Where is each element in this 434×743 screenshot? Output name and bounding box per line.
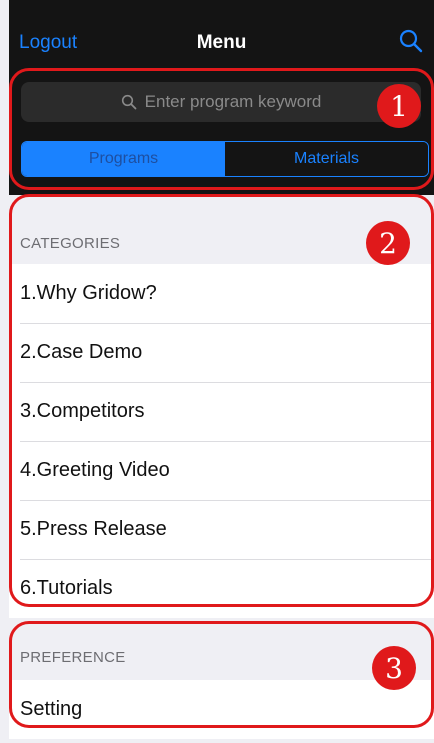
preference-header: PREFERENCE	[9, 642, 434, 672]
search-input[interactable]: Enter program keyword	[21, 82, 421, 122]
categories-header-label: CATEGORIES	[20, 235, 121, 252]
annotation-badge-2: 2	[366, 221, 410, 265]
category-item[interactable]: 5.Press Release	[9, 500, 434, 559]
category-item[interactable]: 6.Tutorials	[9, 559, 434, 618]
logout-button[interactable]: Logout	[19, 32, 77, 54]
category-item[interactable]: 3.Competitors	[9, 382, 434, 441]
category-label: 1.Why Gridow?	[20, 282, 157, 304]
category-label: 6.Tutorials	[20, 577, 113, 599]
magnifier-icon	[121, 94, 137, 110]
search-placeholder: Enter program keyword	[144, 92, 322, 111]
preference-list: Setting	[9, 680, 434, 739]
search-icon[interactable]	[398, 28, 424, 54]
app-screen: Logout Menu Enter program keyword Progra…	[9, 0, 434, 743]
segment-materials[interactable]: Materials	[225, 142, 428, 176]
segment-programs[interactable]: Programs	[22, 142, 225, 176]
category-item[interactable]: 4.Greeting Video	[9, 441, 434, 500]
setting-item[interactable]: Setting	[9, 680, 434, 739]
category-item[interactable]: 1.Why Gridow?	[9, 264, 434, 323]
segmented-control: Programs Materials	[21, 141, 429, 177]
preference-header-label: PREFERENCE	[20, 649, 126, 666]
category-label: 3.Competitors	[20, 400, 145, 422]
categories-list: 1.Why Gridow? 2.Case Demo 3.Competitors …	[9, 264, 434, 618]
setting-label: Setting	[20, 698, 83, 720]
annotation-badge-3: 3	[372, 646, 416, 690]
category-label: 4.Greeting Video	[20, 459, 170, 481]
annotation-badge-1: 1	[377, 84, 421, 128]
category-label: 5.Press Release	[20, 518, 167, 540]
category-item[interactable]: 2.Case Demo	[9, 323, 434, 382]
category-label: 2.Case Demo	[20, 341, 143, 363]
top-bar: Logout Menu Enter program keyword Progra…	[9, 0, 434, 195]
